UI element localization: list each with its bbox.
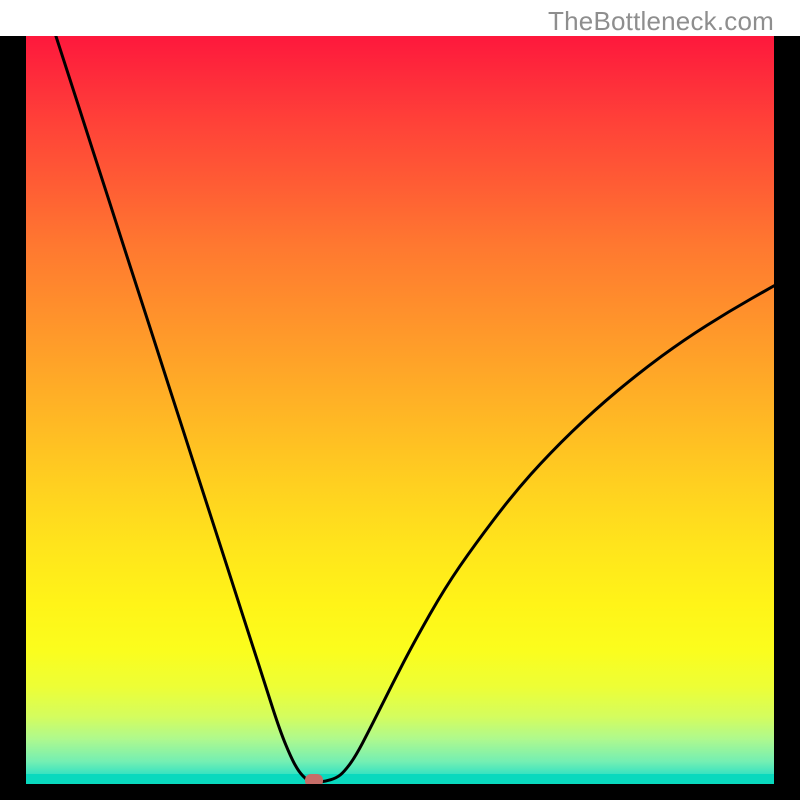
chart-root: TheBottleneck.com (0, 0, 800, 800)
bottleneck-curve (56, 36, 774, 782)
curve-svg (26, 36, 774, 784)
optimal-point-marker (305, 774, 323, 784)
plot-area (26, 36, 774, 784)
watermark-text: TheBottleneck.com (548, 6, 774, 37)
